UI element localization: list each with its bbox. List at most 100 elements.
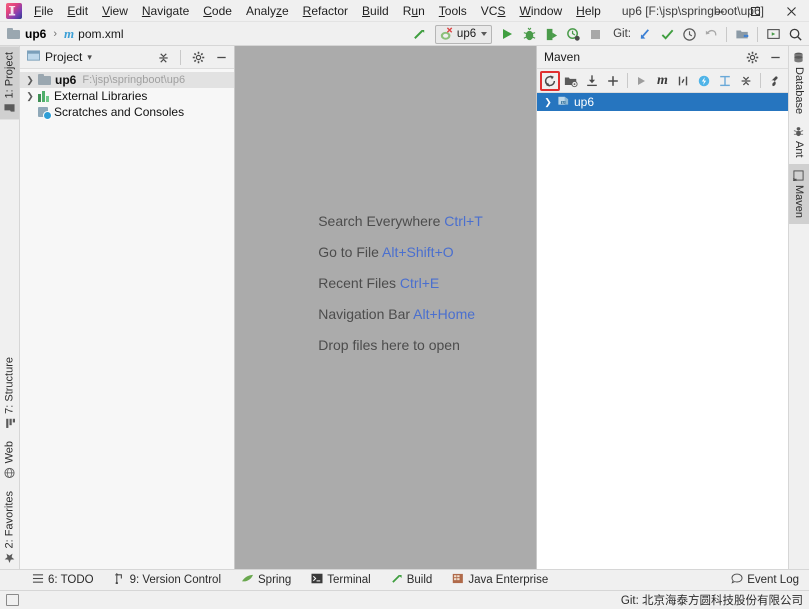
debug-button[interactable]	[519, 24, 539, 44]
show-dependencies-icon[interactable]	[715, 71, 735, 91]
menu-item-code[interactable]: Code	[196, 1, 239, 21]
module-folder-icon	[7, 27, 21, 40]
vcs-icon	[114, 572, 126, 587]
collapse-all-icon[interactable]	[736, 71, 756, 91]
project-settings-button[interactable]	[189, 48, 207, 66]
menu-item-edit[interactable]: Edit	[60, 1, 95, 21]
project-hide-button[interactable]	[212, 48, 230, 66]
chevron-down-icon[interactable]	[481, 32, 488, 36]
left-tool-stripe: 1: Project 7: Structure Web 2: Favorites	[0, 46, 20, 569]
tree-node-up6[interactable]: ❯ up6 F:\jsp\springboot\up6	[20, 72, 234, 88]
project-scope-chevron-icon[interactable]: ▾	[87, 52, 92, 63]
memory-indicator-icon[interactable]	[6, 594, 19, 606]
sidebar-item-web[interactable]: Web	[0, 435, 19, 484]
tool-window-build[interactable]: Build	[381, 570, 443, 591]
chevron-right-icon[interactable]: ❯	[543, 97, 553, 108]
sidebar-item-favorites[interactable]: 2: Favorites	[0, 485, 19, 569]
spring-icon	[241, 573, 254, 587]
project-tree[interactable]: ❯ up6 F:\jsp\springboot\up6 ❯ External L…	[20, 69, 234, 569]
toggle-offline-icon[interactable]	[694, 71, 714, 91]
search-icon	[789, 28, 802, 41]
bug-icon	[523, 27, 535, 40]
tool-window-version-control[interactable]: 9: Version Control	[104, 570, 231, 591]
breadcrumb-separator: ›	[53, 27, 58, 40]
tree-node-external-libraries[interactable]: ❯ External Libraries	[20, 88, 234, 104]
event-log-icon	[731, 573, 743, 587]
tool-window-java-enterprise[interactable]: Java Enterprise	[442, 570, 558, 591]
run-maven-build-icon[interactable]	[632, 71, 652, 91]
menu-item-analyze[interactable]: Analyze	[239, 1, 296, 21]
sidebar-item-project[interactable]: 1: Project	[0, 46, 19, 120]
tool-window-spring[interactable]: Spring	[231, 570, 301, 591]
event-log-button[interactable]: Event Log	[721, 570, 809, 591]
close-button[interactable]	[773, 0, 809, 22]
maven-hide-button[interactable]	[766, 48, 784, 66]
update-project-button[interactable]	[635, 24, 655, 44]
project-structure-button[interactable]	[732, 24, 752, 44]
menu-item-tools[interactable]: Tools	[432, 1, 474, 21]
java-enterprise-icon	[452, 573, 464, 587]
minimize-button[interactable]	[701, 0, 737, 22]
maven-tree[interactable]: ❯ m up6	[537, 93, 788, 569]
tool-window-terminal[interactable]: Terminal	[301, 570, 380, 591]
hint-search-everywhere: Search Everywhere Ctrl+T	[318, 213, 483, 229]
main-body: 1: Project 7: Structure Web 2: Favorites…	[0, 46, 809, 569]
tool-window-todo[interactable]: 6: TODO	[22, 570, 104, 591]
tree-node-scratches-label: Scratches and Consoles	[54, 105, 185, 119]
menu-item-build[interactable]: Build	[355, 1, 396, 21]
menu-item-run[interactable]: Run	[396, 1, 432, 21]
maven-settings-button[interactable]	[743, 48, 761, 66]
menu-item-file[interactable]: FFileile	[27, 1, 60, 21]
project-panel-header: Project ▾	[20, 46, 234, 69]
stop-button[interactable]	[585, 24, 605, 44]
menu-item-window[interactable]: Window	[512, 1, 569, 21]
history-button[interactable]	[679, 24, 699, 44]
sidebar-item-favorites-label: 2: Favorites	[3, 490, 16, 548]
commit-button[interactable]	[657, 24, 677, 44]
svg-text:m: m	[561, 99, 566, 106]
run-button[interactable]	[497, 24, 517, 44]
menu-item-view[interactable]: View	[95, 1, 135, 21]
git-branch-indicator[interactable]: Git: 北京海泰方圆科技股份有限公司	[621, 592, 803, 608]
breadcrumb-project[interactable]: up6	[25, 27, 46, 41]
editor-empty-area[interactable]: Search Everywhere Ctrl+T Go to File Alt+…	[235, 46, 536, 569]
sidebar-item-maven[interactable]: m Maven	[789, 163, 809, 224]
rollback-button[interactable]	[701, 24, 721, 44]
maven-icon: m	[791, 170, 805, 184]
build-project-button[interactable]	[410, 24, 430, 44]
sidebar-item-project-label: 1: Project	[3, 52, 16, 99]
maven-toolbar-divider	[626, 73, 628, 88]
main-toolbar: up6 Git:	[410, 22, 805, 46]
hint-action-4: Drop files here to open	[318, 336, 460, 353]
tree-node-scratches[interactable]: Scratches and Consoles	[20, 104, 234, 120]
sidebar-item-structure[interactable]: 7: Structure	[0, 351, 19, 435]
execute-maven-goal-icon[interactable]: m	[653, 71, 673, 91]
maven-tree-node-up6[interactable]: ❯ m up6	[537, 93, 788, 111]
generate-sources-icon[interactable]	[561, 71, 581, 91]
profile-button[interactable]	[563, 24, 583, 44]
sidebar-item-database[interactable]: Database	[789, 46, 809, 120]
run-configuration-selector[interactable]: up6	[434, 24, 493, 44]
menu-item-navigate[interactable]: Navigate	[135, 1, 196, 21]
download-sources-icon[interactable]	[582, 71, 602, 91]
sidebar-item-ant-label: Ant	[793, 141, 805, 158]
menu-item-vcs[interactable]: VCS	[474, 1, 513, 21]
maximize-button[interactable]	[737, 0, 773, 22]
menu-item-help[interactable]: Help	[569, 1, 608, 21]
search-everywhere-button[interactable]	[785, 24, 805, 44]
chevron-right-icon[interactable]: ❯	[25, 75, 35, 86]
maven-settings-icon[interactable]	[765, 71, 785, 91]
breadcrumb-file[interactable]: pom.xml	[78, 27, 123, 41]
reload-all-maven-projects-icon[interactable]	[540, 70, 560, 91]
window-controls	[701, 0, 809, 22]
add-maven-project-icon[interactable]	[603, 71, 623, 91]
toggle-skip-tests-icon[interactable]	[673, 71, 693, 91]
sidebar-item-database-label: Database	[793, 67, 805, 115]
run-with-coverage-button[interactable]	[541, 24, 561, 44]
collapse-all-button[interactable]	[154, 48, 172, 66]
tool-window-terminal-label: Terminal	[327, 574, 371, 586]
sidebar-item-ant[interactable]: Ant	[789, 120, 809, 164]
settings-button[interactable]	[763, 24, 783, 44]
menu-item-refactor[interactable]: Refactor	[296, 1, 355, 21]
chevron-right-icon[interactable]: ❯	[25, 91, 35, 102]
